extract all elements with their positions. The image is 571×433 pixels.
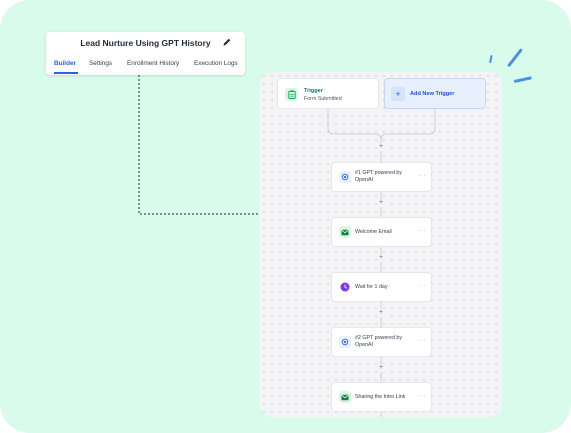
trigger-card[interactable]: Trigger Form Submitted: [277, 78, 379, 109]
trigger-subtitle: Form Submitted: [304, 96, 342, 102]
email-icon: [339, 226, 351, 238]
workflow-step-sharing-intro-link[interactable]: Sharing the Intro Link ···: [331, 382, 432, 412]
workflow-step-gpt-2[interactable]: #2 GPT powered by OpenAI ···: [331, 327, 432, 357]
workflow-step-wait[interactable]: Wait for 1 day ···: [331, 272, 432, 302]
more-options-icon[interactable]: ···: [418, 172, 426, 179]
add-step-button[interactable]: +: [377, 254, 385, 262]
step-label: #1 GPT powered by OpenAI: [355, 170, 403, 183]
clipboard-icon: [285, 88, 298, 101]
workflow-step-welcome-email[interactable]: Welcome Email ···: [331, 217, 432, 247]
add-new-trigger-label: Add New Trigger: [410, 91, 455, 97]
workflow-title: Lead Nurture Using GPT History: [80, 38, 211, 48]
openai-icon: [339, 171, 351, 183]
workflow-header: Lead Nurture Using GPT History Builder S…: [46, 32, 245, 75]
plus-icon: +: [391, 87, 405, 101]
tab-builder[interactable]: Builder: [54, 60, 76, 67]
more-options-icon[interactable]: ···: [418, 337, 426, 344]
add-step-button[interactable]: +: [377, 143, 385, 151]
step-label: Wait for 1 day: [355, 283, 388, 290]
add-step-button[interactable]: +: [377, 199, 385, 207]
workflow-step-gpt-1[interactable]: #1 GPT powered by OpenAI ···: [331, 162, 432, 192]
add-new-trigger-button[interactable]: + Add New Trigger: [384, 78, 486, 109]
add-step-button[interactable]: +: [377, 364, 385, 372]
email-icon: [339, 391, 351, 403]
active-tab-underline: [54, 72, 78, 74]
workflow-canvas[interactable]: Trigger Form Submitted + Add New Trigger…: [260, 72, 502, 417]
tab-execution-logs[interactable]: Execution Logs: [194, 60, 238, 67]
clock-icon: [339, 281, 351, 293]
step-label: #2 GPT powered by OpenAI: [355, 335, 403, 348]
edit-pencil-icon[interactable]: [222, 37, 232, 47]
tab-enrollment-history[interactable]: Enrollment History: [127, 60, 179, 67]
more-options-icon[interactable]: ···: [418, 392, 426, 399]
trigger-title: Trigger: [304, 88, 323, 94]
step-label: Sharing the Intro Link: [355, 393, 406, 400]
add-step-button[interactable]: +: [377, 309, 385, 317]
more-options-icon[interactable]: ···: [418, 282, 426, 289]
step-label: Welcome Email: [355, 228, 392, 235]
tab-settings[interactable]: Settings: [89, 60, 112, 67]
more-options-icon[interactable]: ···: [418, 227, 426, 234]
openai-icon: [339, 336, 351, 348]
